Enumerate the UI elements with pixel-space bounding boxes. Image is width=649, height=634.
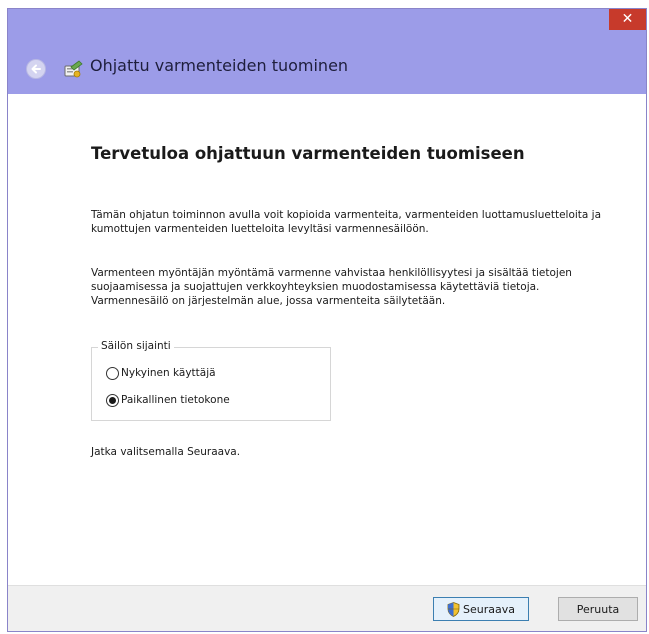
intro-paragraph: Tämän ohjatun toiminnon avulla voit kopi… [91,209,602,235]
page-heading: Tervetuloa ohjattuun varmenteiden tuomis… [91,144,525,163]
wizard-header: ✕ Ohjattu varmenteiden tuominen [8,9,646,94]
back-arrow-icon [31,64,41,74]
wizard-footer: Seuraava Peruuta [8,585,646,631]
store-location-legend: Säilön sijainti [98,340,174,352]
back-button[interactable] [26,59,46,79]
store-location-group: Säilön sijainti Nykyinen käyttäjä Paikal… [91,340,331,421]
close-button[interactable]: ✕ [609,9,646,30]
next-button-label: Seuraava [463,602,515,616]
certificate-wizard-icon [62,59,84,79]
uac-shield-icon [447,601,460,617]
radio-button[interactable] [106,366,119,380]
radio-local-machine[interactable]: Paikallinen tietokone [106,392,230,408]
wizard-content: Tervetuloa ohjattuun varmenteiden tuomis… [8,94,646,585]
continue-instruction: Jatka valitsemalla Seuraava. [91,446,241,458]
radio-current-user[interactable]: Nykyinen käyttäjä [106,365,216,381]
radio-label-local-machine: Paikallinen tietokone [121,394,230,406]
window-title: Ohjattu varmenteiden tuominen [90,56,349,75]
next-button[interactable]: Seuraava [433,597,529,621]
wizard-window: ✕ Ohjattu varmenteiden tuominen Tervetul… [7,8,647,632]
radio-label-current-user: Nykyinen käyttäjä [121,367,216,379]
cancel-button[interactable]: Peruuta [558,597,638,621]
description-paragraph: Varmenteen myöntäjän myöntämä varmenne v… [91,267,572,307]
radio-button-checked[interactable] [106,393,119,407]
